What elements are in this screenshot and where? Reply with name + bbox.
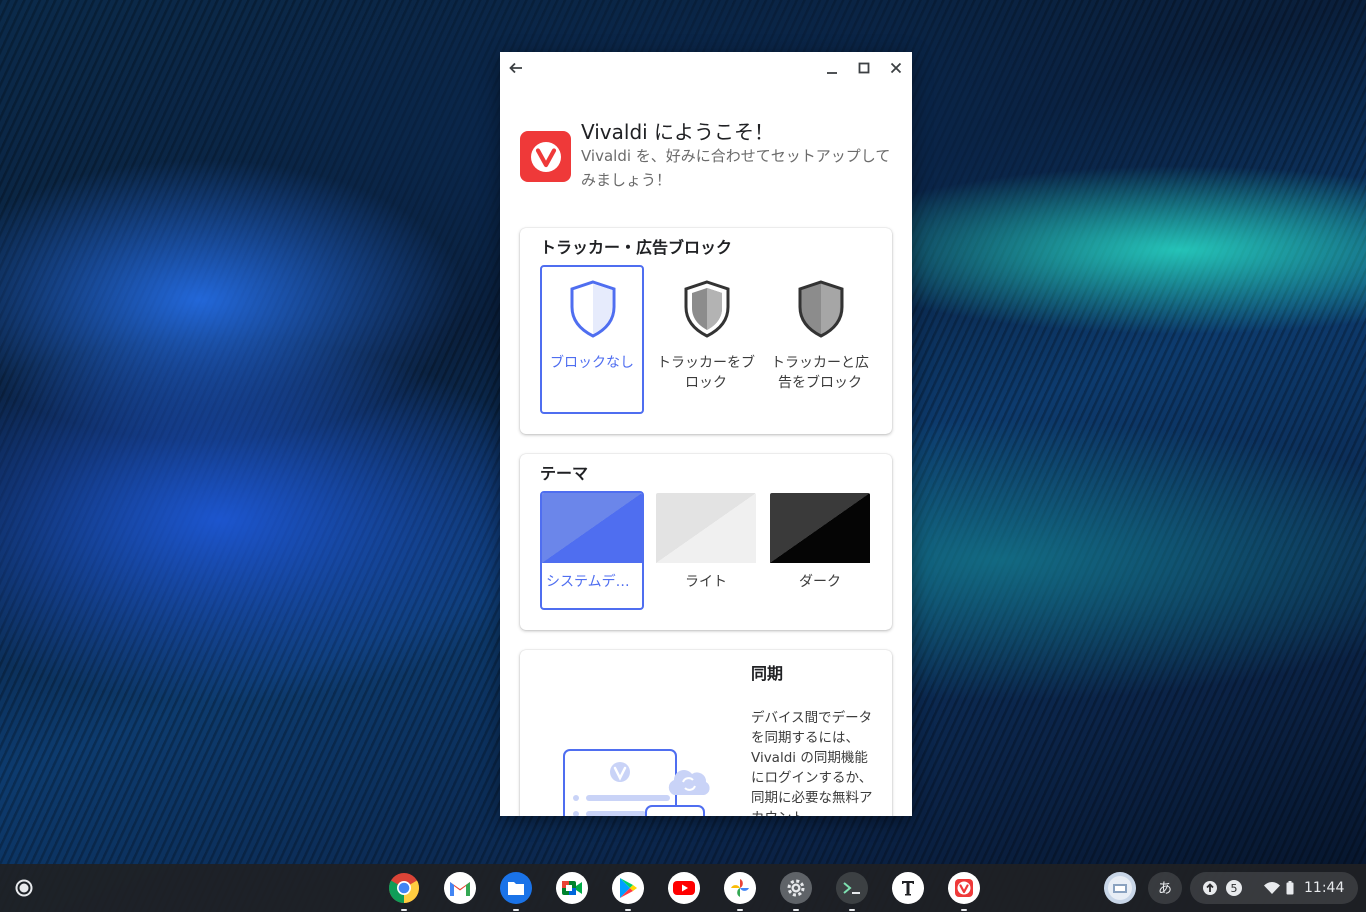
back-arrow-icon [509,62,522,74]
play-store-icon [620,878,637,898]
sync-description: デバイス間でデータを同期するには、Vivaldi の同期機能にログインするか、同… [751,710,873,816]
block-trackers-ads-option[interactable]: トラッカーと広告をブロック [768,265,872,414]
close-icon [890,62,902,74]
sync-card: 同期 デバイス間でデータを同期するには、Vivaldi の同期機能にログインする… [520,650,892,816]
block-trackers-label: トラッカーをブロック [657,355,755,391]
meet-app[interactable] [556,872,588,904]
text-app[interactable] [892,872,924,904]
tracker-block-card: トラッカー・広告ブロック ブロックなし トラッカーをブロック トラッカーと広告を… [520,228,892,434]
vivaldi-logo-icon [530,141,561,172]
files-app[interactable] [500,872,532,911]
welcome-subtitle: Vivaldi を、好みに合わせてセットアップしてみましょう！ [581,147,891,189]
wifi-icon [1264,882,1280,894]
youtube-app[interactable] [668,872,700,904]
launcher-icon [15,879,33,897]
shield-open-icon [570,280,616,338]
gear-icon [787,879,805,897]
launcher-button[interactable] [8,872,40,904]
youtube-icon [673,881,695,895]
maximize-icon [858,62,870,74]
block-trackers-ads-label: トラッカーと広告をブロック [771,355,869,391]
tracker-card-title: トラッカー・広告ブロック [540,238,733,257]
files-icon [508,882,524,895]
minimize-button[interactable] [822,58,842,78]
holding-space-button[interactable] [1104,872,1136,904]
sync-title: 同期 [751,664,784,683]
chrome-icon [388,873,420,903]
terminal-app[interactable] [836,872,868,911]
settings-app[interactable] [780,872,812,911]
vivaldi-setup-window: Vivaldi にようこそ！ Vivaldi を、好みに合わせてセットアップして… [500,52,912,816]
theme-system-swatch [542,493,642,563]
welcome-title: Vivaldi にようこそ！ [581,120,775,144]
theme-light-label: ライト [685,574,727,590]
block-none-option[interactable]: ブロックなし [540,265,644,414]
sync-illustration [563,749,710,816]
chrome-app[interactable] [388,872,420,911]
vivaldi-logo [520,131,571,182]
ime-indicator[interactable]: あ [1148,872,1182,904]
theme-card-title: テーマ [540,464,589,483]
minimize-icon [827,72,837,74]
battery-icon [1286,881,1294,895]
maximize-button[interactable] [854,58,874,78]
theme-card: テーマ システムデフ… ライト ダーク [520,454,892,630]
play-store-app[interactable] [612,872,644,911]
shield-half-icon [684,280,730,338]
gmail-app[interactable] [444,872,476,904]
text-app-icon [902,881,914,896]
photos-icon [731,879,749,897]
theme-light-option[interactable]: ライト [654,491,758,610]
gmail-icon [450,882,470,896]
theme-dark-label: ダーク [799,574,841,590]
theme-dark-option[interactable]: ダーク [768,491,872,610]
back-button[interactable] [506,58,526,78]
block-none-label: ブロックなし [550,355,634,371]
block-trackers-option[interactable]: トラッカーをブロック [654,265,758,414]
theme-system-option[interactable]: システムデフ… [540,491,644,610]
theme-dark-swatch [770,493,870,563]
terminal-icon [843,882,860,894]
shield-full-icon [798,280,844,338]
close-button[interactable] [886,58,906,78]
upload-icon [1203,881,1217,895]
window-titlebar [500,52,912,84]
avatar-icon [1108,876,1132,900]
theme-system-label: システムデフ… [546,574,642,590]
notification-count-badge: 5 [1226,880,1242,896]
vivaldi-app[interactable] [948,872,980,911]
clock: 11:44 [1304,880,1345,896]
shelf: あ 5 11:44 [0,864,1366,912]
vivaldi-icon [955,879,973,897]
status-area[interactable]: 5 11:44 [1190,872,1358,904]
photos-app[interactable] [724,872,756,911]
meet-icon [562,881,582,895]
theme-light-swatch [656,493,756,563]
ime-label: あ [1158,881,1172,897]
